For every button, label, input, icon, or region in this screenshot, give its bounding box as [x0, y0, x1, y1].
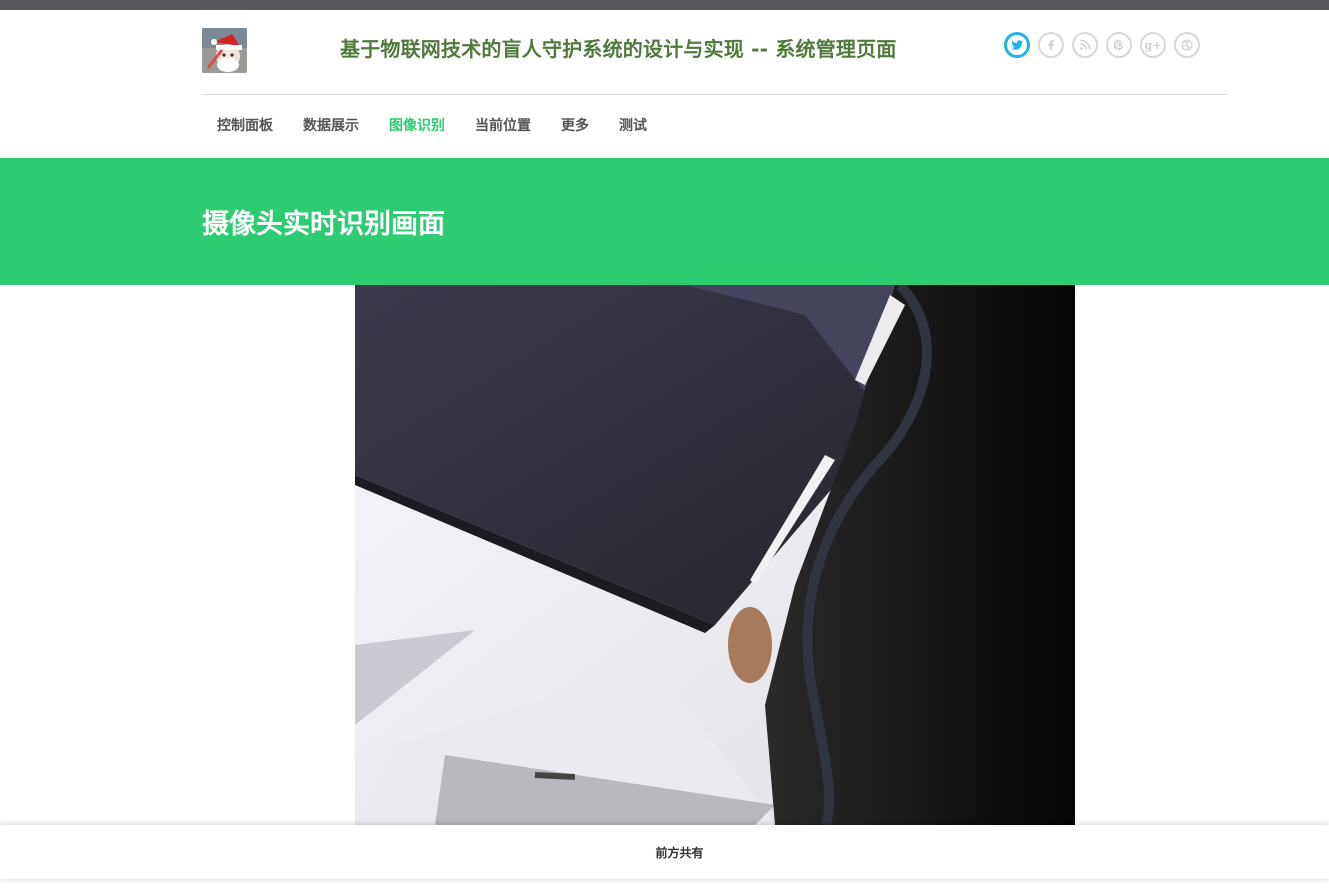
twitter-icon[interactable]	[1004, 32, 1030, 58]
camera-frame-image	[355, 285, 1075, 825]
nav-item-image-recognition[interactable]: 图像识别	[374, 116, 460, 136]
footer-bar: 前方共有	[0, 825, 1329, 879]
header-divider	[202, 94, 1228, 95]
avatar[interactable]	[202, 28, 247, 73]
social-links: g+	[1004, 32, 1200, 58]
santa-avatar-icon	[202, 28, 247, 73]
camera-feed	[355, 285, 1075, 825]
rss-icon[interactable]	[1072, 32, 1098, 58]
page-banner: 摄像头实时识别画面	[0, 158, 1329, 285]
google-plus-icon[interactable]: g+	[1140, 32, 1166, 58]
nav-item-data-display[interactable]: 数据展示	[288, 116, 374, 136]
page-title: 摄像头实时识别画面	[202, 209, 445, 240]
site-title: 基于物联网技术的盲人守护系统的设计与实现 -- 系统管理页面	[340, 37, 897, 61]
nav-item-more[interactable]: 更多	[546, 116, 604, 136]
main-nav: 控制面板 数据展示 图像识别 当前位置 更多 测试	[202, 116, 662, 136]
facebook-icon[interactable]	[1038, 32, 1064, 58]
nav-item-dashboard[interactable]: 控制面板	[202, 116, 288, 136]
footer-status-text: 前方共有	[655, 846, 704, 860]
top-strip	[0, 0, 1329, 10]
nav-item-test[interactable]: 测试	[604, 116, 662, 136]
nav-item-current-location[interactable]: 当前位置	[460, 116, 546, 136]
pinterest-icon[interactable]	[1106, 32, 1132, 58]
dribbble-icon[interactable]	[1174, 32, 1200, 58]
